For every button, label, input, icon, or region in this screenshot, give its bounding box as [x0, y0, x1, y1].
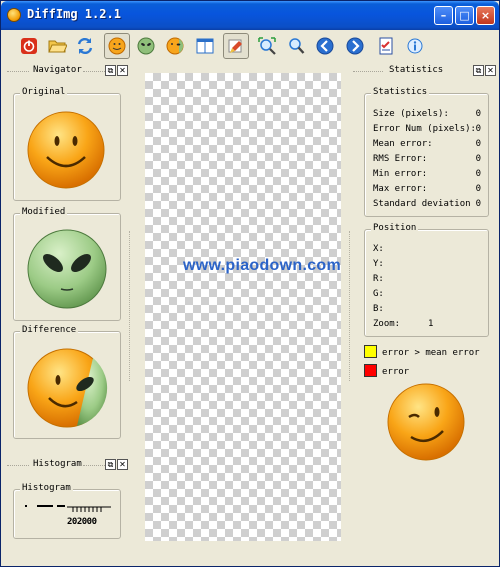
- watermark-text: www.piaodown.com: [183, 257, 341, 274]
- toolbar: [4, 31, 496, 61]
- winking-smiley-image: [387, 383, 465, 461]
- title-bar: DiffImg 1.2.1 – □ ×: [1, 1, 499, 30]
- statistics-title: Statistics: [389, 65, 444, 75]
- fit-zoom-icon: [258, 37, 276, 55]
- position-x-label: X:: [373, 244, 384, 254]
- checklist-icon: [379, 37, 393, 55]
- position-r-label: R:: [373, 274, 384, 284]
- checklist-button[interactable]: [373, 33, 399, 59]
- split-view-button[interactable]: [192, 33, 218, 59]
- next-button[interactable]: [342, 33, 368, 59]
- histogram-group-label: Histogram: [20, 483, 73, 493]
- position-y-label: Y:: [373, 259, 384, 269]
- stat-row-size: Size (pixels): 0: [373, 109, 481, 119]
- original-label: Original: [20, 87, 68, 97]
- image-canvas[interactable]: [145, 73, 341, 541]
- alien-modified-icon: [137, 37, 155, 55]
- mask-button[interactable]: [223, 33, 249, 59]
- about-button[interactable]: [402, 33, 428, 59]
- fit-zoom-button[interactable]: [254, 33, 280, 59]
- left-splitter[interactable]: [129, 231, 130, 381]
- app-icon: [7, 8, 21, 22]
- next-icon: [346, 37, 364, 55]
- zoom-button[interactable]: [283, 33, 309, 59]
- navigator-close-button[interactable]: ✕: [117, 65, 128, 76]
- window-title: DiffImg 1.2.1: [27, 7, 121, 21]
- legend-label-error: error: [382, 367, 410, 377]
- statistics-float-button[interactable]: ⧉: [473, 65, 484, 76]
- position-zoom-value: 1: [428, 319, 434, 329]
- smiley-original-icon: [108, 37, 126, 55]
- histogram-axis-label: 202000: [67, 517, 97, 527]
- histogram-plot: [25, 505, 111, 512]
- show-difference-button[interactable]: [162, 33, 188, 59]
- statistics-close-button[interactable]: ✕: [485, 65, 496, 76]
- difference-label: Difference: [20, 325, 79, 335]
- original-thumbnail[interactable]: [25, 109, 107, 191]
- stat-row-min-error: Min error: 0: [373, 169, 481, 179]
- right-splitter[interactable]: [349, 231, 350, 381]
- stat-row-mean-error: Mean error: 0: [373, 139, 481, 149]
- zoom-icon: [289, 38, 305, 54]
- histogram-float-button[interactable]: ⧉: [105, 459, 116, 470]
- previous-icon: [316, 37, 334, 55]
- statistics-dock-title[interactable]: Statistics: [353, 65, 473, 78]
- stat-row-error-num: Error Num (pixels): 0: [373, 124, 481, 134]
- stat-row-max-error: Max error: 0: [373, 184, 481, 194]
- info-icon: [407, 38, 423, 54]
- position-g-label: G:: [373, 289, 384, 299]
- navigator-float-button[interactable]: ⧉: [105, 65, 116, 76]
- modified-thumbnail[interactable]: [25, 227, 109, 311]
- close-button[interactable]: ×: [476, 6, 495, 25]
- previous-button[interactable]: [312, 33, 338, 59]
- main-window: DiffImg 1.2.1 – □ × Navigator ⧉ ✕ Origin…: [0, 0, 500, 567]
- show-modified-button[interactable]: [133, 33, 159, 59]
- histogram-title: Histogram: [33, 459, 82, 469]
- split-view-icon: [196, 38, 214, 54]
- stat-row-std-dev: Standard deviation 0: [373, 199, 481, 209]
- maximize-button[interactable]: □: [455, 6, 474, 25]
- difference-thumbnail[interactable]: [25, 346, 109, 430]
- smiley-difference-icon: [166, 37, 184, 55]
- refresh-button[interactable]: [72, 33, 98, 59]
- mask-icon: [228, 39, 242, 53]
- quit-button[interactable]: [16, 33, 42, 59]
- power-icon: [21, 38, 37, 54]
- open-folder-icon: [48, 40, 67, 53]
- position-zoom-label: Zoom:: [373, 319, 401, 329]
- legend-swatch-mean-error: [364, 345, 377, 358]
- minimize-button[interactable]: –: [434, 6, 453, 25]
- modified-label: Modified: [20, 207, 68, 217]
- navigator-title: Navigator: [33, 65, 82, 75]
- histogram-close-button[interactable]: ✕: [117, 459, 128, 470]
- position-group-label: Position: [371, 223, 419, 233]
- legend-label-mean-error: error > mean error: [382, 348, 480, 358]
- refresh-icon: [77, 37, 93, 55]
- legend-swatch-error: [364, 364, 377, 377]
- statistics-group-label: Statistics: [371, 87, 430, 97]
- position-b-label: B:: [373, 304, 384, 314]
- open-button[interactable]: [44, 33, 70, 59]
- show-original-button[interactable]: [104, 33, 130, 59]
- stat-row-rms-error: RMS Error: 0: [373, 154, 481, 164]
